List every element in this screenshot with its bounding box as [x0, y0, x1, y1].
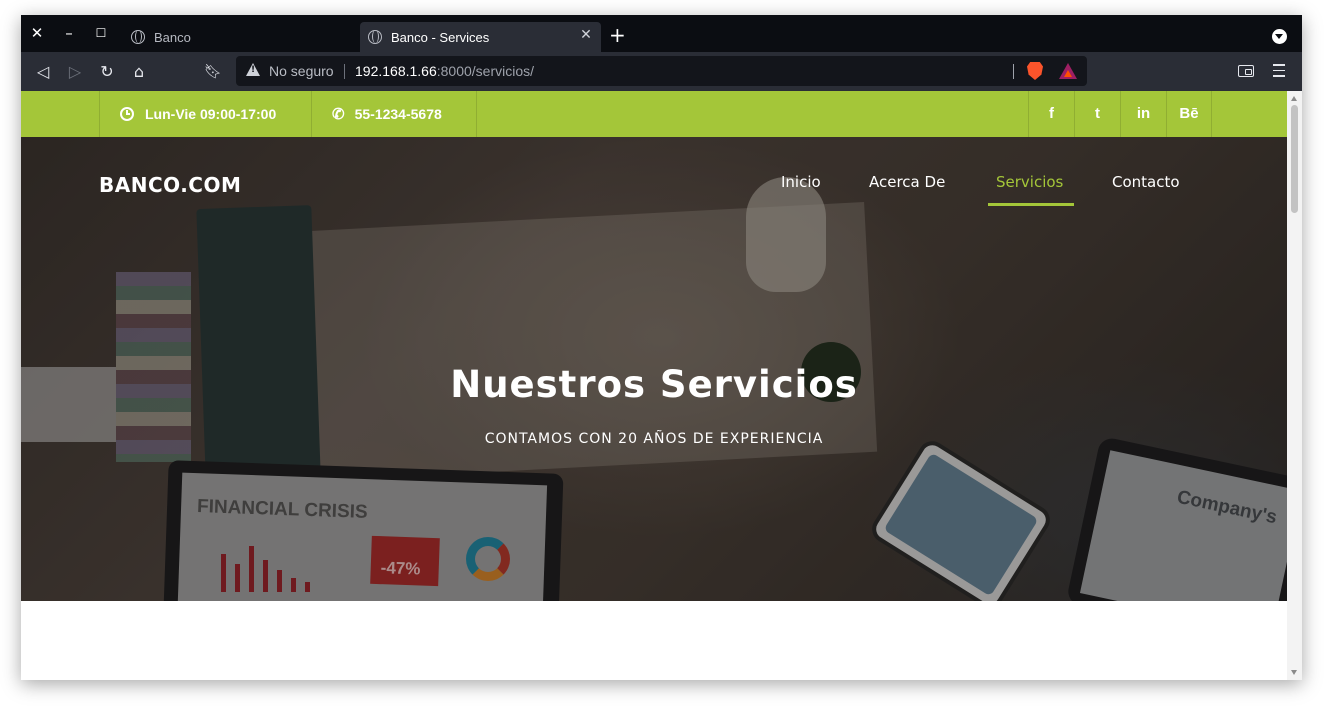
vertical-scrollbar[interactable]: [1287, 91, 1302, 680]
back-button[interactable]: ◁: [32, 61, 54, 83]
tab-list-menu-icon[interactable]: [1272, 29, 1287, 44]
twitter-icon[interactable]: t: [1074, 91, 1120, 137]
tab-banco[interactable]: Banco: [123, 22, 358, 52]
linkedin-icon[interactable]: in: [1120, 91, 1166, 137]
page-viewport: Lun-Vie 09:00-17:00 ✆ 55-1234-5678 f t i…: [21, 91, 1302, 680]
home-button[interactable]: ⌂: [128, 61, 150, 83]
nav-item-contacto[interactable]: Contacto: [1112, 173, 1180, 191]
divider: [1013, 64, 1014, 79]
site-logo[interactable]: BANCO.COM: [99, 173, 241, 197]
phone-number: ✆ 55-1234-5678: [311, 91, 477, 137]
bookmark-button[interactable]: 🔖︎: [202, 61, 224, 83]
tab-title: Banco - Services: [391, 29, 490, 45]
nav-item-acerca-de[interactable]: Acerca De: [869, 173, 945, 191]
nav-item-servicios[interactable]: Servicios: [996, 173, 1063, 191]
active-nav-indicator: [988, 203, 1074, 206]
browser-window: ✕ – ☐ Banco Banco - Services ✕ + ◁ ▷ ↻ ⌂…: [21, 15, 1302, 680]
security-label[interactable]: No seguro: [269, 63, 334, 79]
phone-text: 55-1234-5678: [354, 106, 442, 122]
forward-button[interactable]: ▷: [64, 61, 86, 83]
tab-strip: ✕ – ☐ Banco Banco - Services ✕ +: [21, 15, 1302, 52]
hero-banner: FINANCIAL CRISIS -47% Company's BANCO.CO…: [21, 137, 1287, 601]
browser-toolbar: ◁ ▷ ↻ ⌂ 🔖︎ No seguro 192.168.1.66:8000/s…: [21, 52, 1302, 91]
address-bar[interactable]: No seguro 192.168.1.66:8000/servicios/: [236, 56, 1087, 86]
tab-title: Banco: [154, 29, 191, 45]
page-subtitle: CONTAMOS CON 20 AÑOS DE EXPERIENCIA: [484, 431, 824, 447]
hours-text: Lun-Vie 09:00-17:00: [145, 106, 277, 122]
url-host: 192.168.1.66: [355, 63, 437, 79]
reload-button[interactable]: ↻: [96, 61, 118, 83]
tab-banco-services[interactable]: Banco - Services ✕: [360, 22, 601, 52]
nav-item-inicio[interactable]: Inicio: [781, 173, 821, 191]
site-top-bar: Lun-Vie 09:00-17:00 ✆ 55-1234-5678 f t i…: [21, 91, 1287, 137]
globe-icon: [131, 30, 145, 44]
divider: [344, 64, 345, 79]
scroll-down-arrow[interactable]: [1291, 670, 1297, 675]
phone-icon: ✆: [332, 106, 345, 123]
warning-icon[interactable]: [246, 63, 260, 76]
behance-icon[interactable]: Bē: [1166, 91, 1212, 137]
close-tab-icon[interactable]: ✕: [577, 27, 595, 43]
brave-rewards-icon[interactable]: [1059, 63, 1077, 79]
clock-icon: [120, 107, 134, 121]
close-window-icon[interactable]: ✕: [27, 23, 47, 43]
business-hours: Lun-Vie 09:00-17:00: [99, 91, 312, 137]
scroll-thumb[interactable]: [1291, 105, 1298, 213]
brave-shields-icon[interactable]: [1027, 62, 1043, 80]
url-text[interactable]: 192.168.1.66:8000/servicios/: [355, 63, 534, 79]
page-title: Nuestros Servicios: [450, 363, 858, 406]
facebook-icon[interactable]: f: [1028, 91, 1074, 137]
hamburger-menu-icon[interactable]: [1273, 64, 1285, 81]
maximize-window-icon[interactable]: ☐: [91, 23, 111, 43]
wallet-icon[interactable]: [1238, 65, 1254, 77]
new-tab-button[interactable]: +: [609, 25, 626, 45]
url-path: :8000/servicios/: [436, 63, 535, 79]
scroll-up-arrow[interactable]: [1291, 96, 1297, 101]
globe-icon: [368, 30, 382, 44]
minimize-window-icon[interactable]: –: [59, 23, 79, 43]
